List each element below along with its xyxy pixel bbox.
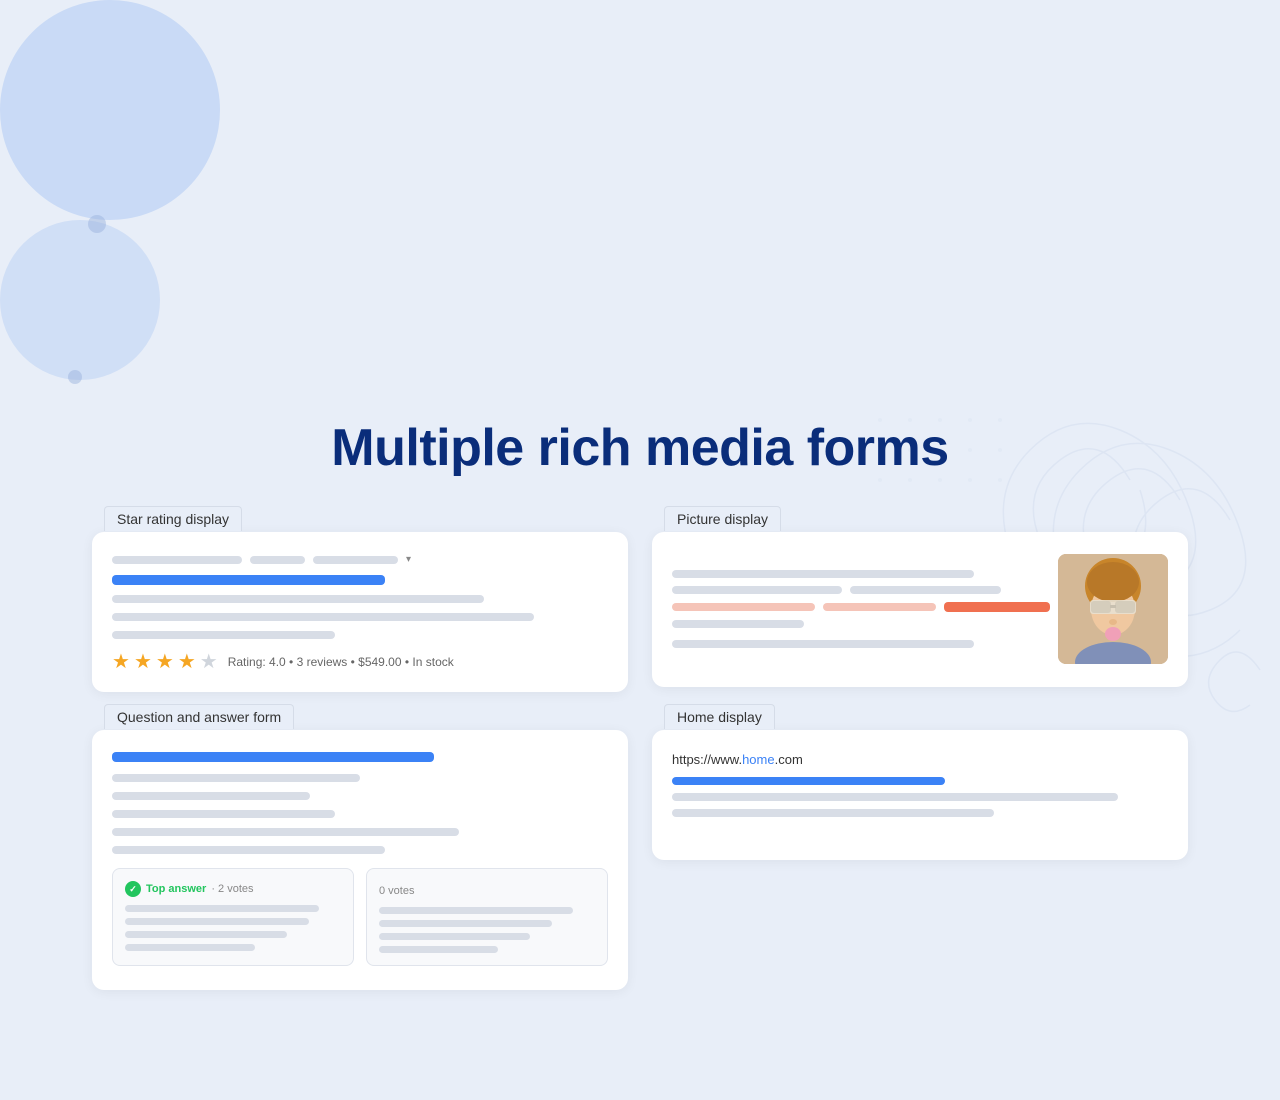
picture-content — [672, 554, 1168, 669]
pic-line-2 — [672, 586, 842, 594]
ans2-line-2 — [379, 920, 552, 927]
star-2: ★ — [134, 649, 152, 674]
url-domain: home — [742, 752, 775, 767]
ans1-line-1 — [125, 905, 319, 912]
star-rating-label: Star rating display — [104, 506, 242, 531]
qa-line-2 — [112, 792, 310, 800]
content-line-1 — [112, 595, 484, 603]
picture-display-label: Picture display — [664, 506, 781, 531]
home-content-lines — [672, 777, 1168, 817]
input-placeholder-3 — [313, 556, 398, 564]
qa-line-3 — [112, 810, 335, 818]
other-answer-box: 0 votes — [366, 868, 608, 966]
page-title: Multiple rich media forms — [0, 380, 1280, 478]
star-rating-card: Star rating display ▾ ★ ★ — [80, 506, 640, 704]
rating-text: Rating: 4.0 • 3 reviews • $549.00 • In s… — [228, 655, 454, 669]
qa-form-label: Question and answer form — [104, 704, 294, 729]
ans1-line-3 — [125, 931, 287, 938]
ans1-line-2 — [125, 918, 309, 925]
check-circle-icon — [125, 881, 141, 897]
progress-bar — [112, 575, 385, 585]
url-display: https://www.home.com — [672, 752, 1168, 767]
home-gray-bar-1 — [672, 793, 1118, 801]
input-placeholder-2 — [250, 556, 305, 564]
star-rating-row: ★ ★ ★ ★ ★ Rating: 4.0 • 3 reviews • $549… — [112, 649, 608, 674]
qa-progress-bar — [112, 752, 434, 762]
ans1-line-4 — [125, 944, 255, 951]
picture-display-card: Picture display — [640, 506, 1200, 704]
pic-line-1 — [672, 570, 974, 578]
qa-line-1 — [112, 774, 360, 782]
top-answer-box: Top answer · 2 votes — [112, 868, 354, 966]
url-suffix: .com — [775, 752, 803, 767]
qa-line-4 — [112, 828, 459, 836]
home-gray-bar-2 — [672, 809, 994, 817]
pic-line-6 — [672, 620, 804, 628]
home-display-label: Home display — [664, 704, 775, 729]
input-placeholder-1 — [112, 556, 242, 564]
ans2-line-4 — [379, 946, 498, 953]
star-1: ★ — [112, 649, 130, 674]
top-answer-badge: Top answer · 2 votes — [125, 881, 341, 897]
pic-line-3 — [850, 586, 1001, 594]
pic-line-7 — [672, 640, 974, 648]
dropdown-arrow-icon: ▾ — [406, 554, 411, 565]
other-answer-votes: 0 votes — [379, 885, 414, 897]
url-prefix: https://www. — [672, 752, 742, 767]
home-display-card: Home display https://www.home.com — [640, 704, 1200, 1002]
home-blue-bar — [672, 777, 945, 785]
star-4: ★ — [178, 649, 196, 674]
star-3: ★ — [156, 649, 174, 674]
content-line-3 — [112, 631, 335, 639]
top-answer-votes: · 2 votes — [211, 883, 253, 895]
ans2-line-3 — [379, 933, 530, 940]
top-answer-text: Top answer — [146, 883, 206, 895]
product-photo — [1058, 554, 1168, 664]
pic-line-5 — [823, 603, 936, 611]
star-5: ★ — [200, 649, 218, 674]
qa-form-card: Question and answer form Top answer — [80, 704, 640, 1002]
qa-answers-row: Top answer · 2 votes 0 vot — [112, 868, 608, 966]
qa-line-5 — [112, 846, 385, 854]
content-line-2 — [112, 613, 534, 621]
pic-line-4 — [672, 603, 815, 611]
pic-button — [944, 602, 1050, 612]
ans2-line-1 — [379, 907, 573, 914]
